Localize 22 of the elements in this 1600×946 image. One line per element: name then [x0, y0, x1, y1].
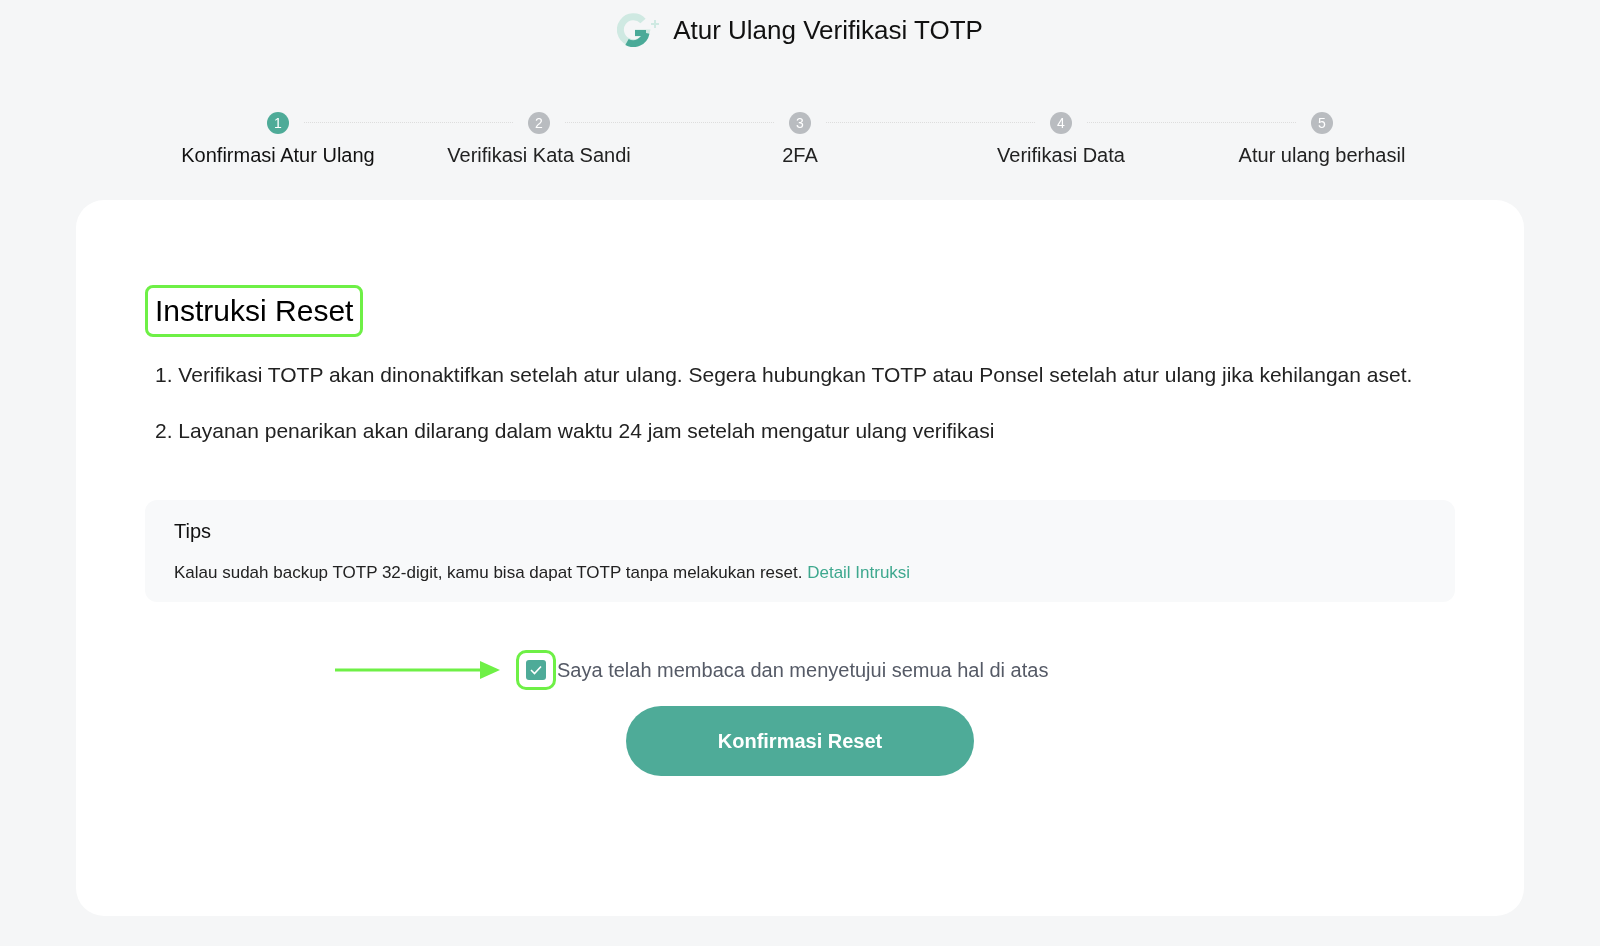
tips-title: Tips — [174, 519, 213, 544]
step-label: 2FA — [782, 143, 818, 168]
confirm-reset-button[interactable]: Konfirmasi Reset — [626, 705, 974, 776]
agreement-label: Saya telah membaca dan menyetujui semua hal di atas — [557, 657, 1049, 683]
detail-link[interactable]: Detail Intruksi — [807, 563, 911, 582]
step-number: 3 — [789, 112, 811, 134]
tips-text: Kalau sudah backup TOTP 32-digit, kamu bisa dapat TOTP tanpa melakukan reset. Detail Intruksi — [174, 562, 912, 584]
check-icon — [530, 664, 542, 675]
section-heading: Instruksi Reset — [155, 293, 354, 329]
step-label: Verifikasi Data — [997, 143, 1125, 168]
step-number: 1 — [267, 112, 289, 134]
page-title: Atur Ulang Verifikasi TOTP — [673, 13, 983, 47]
step-label: Verifikasi Kata Sandi — [447, 143, 631, 168]
step-label: Atur ulang berhasil — [1238, 143, 1406, 168]
step-number: 4 — [1050, 112, 1072, 134]
step-label: Konfirmasi Atur Ulang — [181, 143, 375, 168]
logo-icon — [617, 13, 662, 47]
instruction-text: 1. Verifikasi TOTP akan dinonaktifkan setelah atur ulang. Segera hubungkan TOTP atau Ponsel setelah atur ulang jika kehilangan aset. — [155, 362, 1414, 388]
checkbox[interactable] — [526, 659, 546, 680]
instruction-text: 2. Layanan penarikan akan dilarang dalam waktu 24 jam setelah mengatur ulang verifikasi — [155, 417, 996, 444]
step-number: 5 — [1311, 112, 1333, 134]
step-number: 2 — [528, 112, 550, 134]
